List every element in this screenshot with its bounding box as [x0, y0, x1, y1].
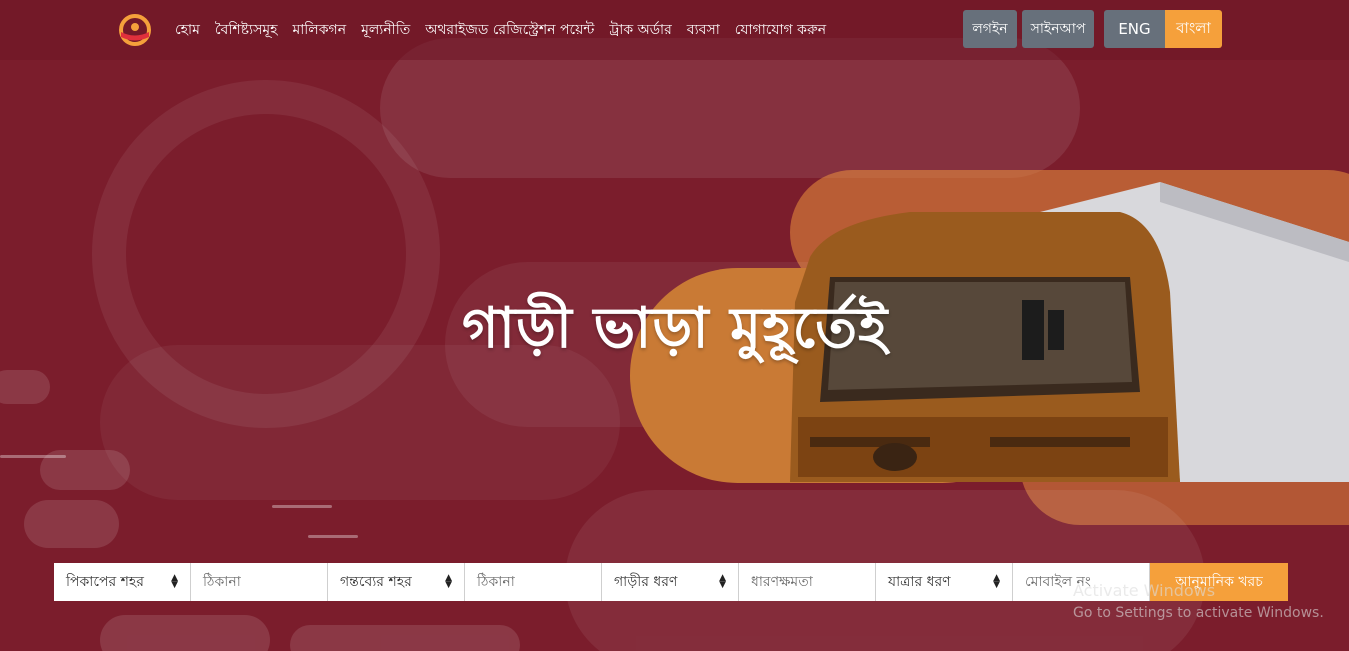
select-arrows-icon: ▲ ▼	[171, 573, 178, 590]
capacity-placeholder: ধারণক্ষমতা	[751, 574, 813, 590]
top-navbar: হোম বৈশিষ্ট্যসমূহ মালিকগন মূল্যনীতি অথরা…	[0, 0, 1349, 60]
lang-bn-button[interactable]: বাংলা	[1165, 10, 1222, 48]
pickup-address-placeholder: ঠিকানা	[203, 574, 241, 590]
nav-owners[interactable]: মালিকগন	[292, 18, 346, 42]
truck-wheel-logo-icon[interactable]	[118, 13, 152, 47]
lang-eng-button[interactable]: ENG	[1104, 10, 1165, 48]
windows-activation-watermark: Activate Windows Go to Settings to activ…	[1073, 580, 1324, 624]
nav-links: হোম বৈশিষ্ট্যসমূহ মালিকগন মূল্যনীতি অথরা…	[175, 0, 826, 60]
trip-type-select[interactable]: যাত্রার ধরণ ▲ ▼	[876, 563, 1013, 601]
select-arrows-icon: ▲ ▼	[445, 573, 452, 590]
pickup-city-select[interactable]: পিকাপের শহর ▲ ▼	[54, 563, 191, 601]
select-arrows-icon: ▲ ▼	[719, 573, 726, 590]
nav-contact[interactable]: যোগাযোগ করুন	[735, 18, 826, 42]
watermark-title: Activate Windows	[1073, 581, 1216, 600]
vehicle-type-select[interactable]: গাড়ীর ধরণ ▲ ▼	[602, 563, 739, 601]
trip-type-label: যাত্রার ধরণ	[888, 574, 951, 590]
signup-button[interactable]: সাইনআপ	[1022, 10, 1094, 48]
pickup-city-label: পিকাপের শহর	[66, 574, 144, 590]
nav-authorized-registration-point[interactable]: অথরাইজড রেজিস্ট্রেশন পয়েন্ট	[425, 18, 594, 42]
nav-pricing[interactable]: মূল্যনীতি	[361, 18, 410, 42]
nav-home[interactable]: হোম	[175, 18, 200, 42]
destination-address-placeholder: ঠিকানা	[477, 574, 515, 590]
capacity-input[interactable]: ধারণক্ষমতা	[739, 563, 876, 601]
select-arrows-icon: ▲ ▼	[993, 573, 1000, 590]
vehicle-type-label: গাড়ীর ধরণ	[614, 574, 678, 590]
nav-features[interactable]: বৈশিষ্ট্যসমূহ	[215, 18, 278, 42]
pickup-address-input[interactable]: ঠিকানা	[191, 563, 328, 601]
watermark-subtitle: Go to Settings to activate Windows.	[1073, 605, 1324, 621]
destination-city-select[interactable]: গন্তব্যের শহর ▲ ▼	[328, 563, 465, 601]
nav-business[interactable]: ব্যবসা	[687, 18, 720, 42]
login-button[interactable]: লগইন	[963, 10, 1017, 48]
language-switch: ENG বাংলা	[1104, 10, 1222, 48]
nav-truck-order[interactable]: ট্রাক অর্ডার	[609, 18, 671, 42]
hero-title: গাড়ী ভাড়া মুহূর্তেই	[462, 295, 889, 361]
destination-city-label: গন্তব্যের শহর	[340, 574, 412, 590]
destination-address-input[interactable]: ঠিকানা	[465, 563, 602, 601]
